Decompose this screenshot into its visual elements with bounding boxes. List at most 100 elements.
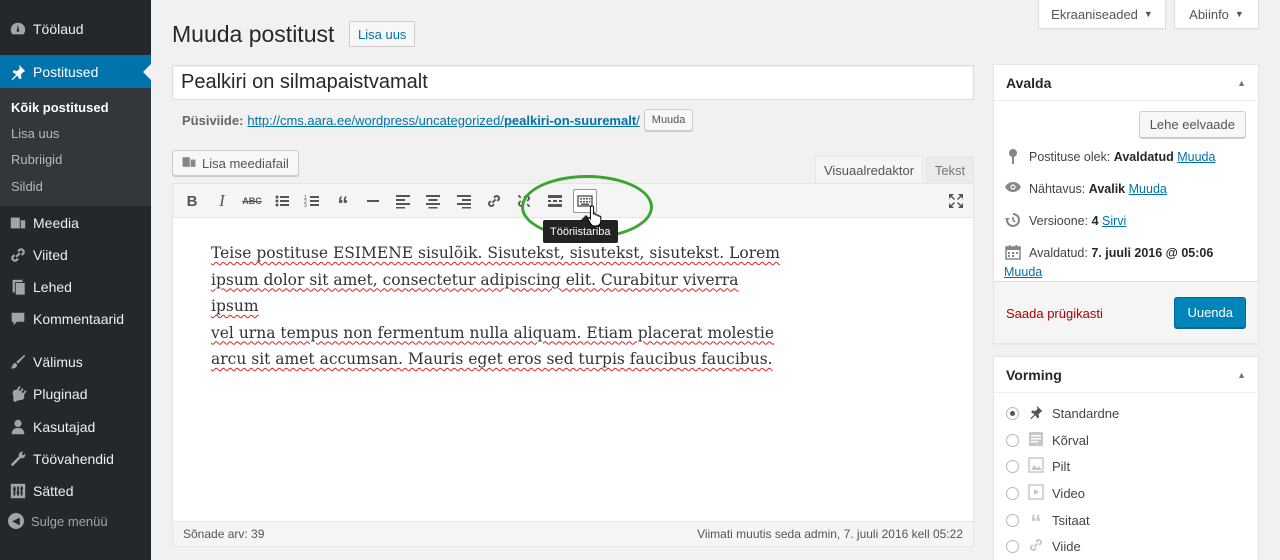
admin-sidebar: Töölaud Postitused Kõik postitused Lisa …	[0, 0, 151, 560]
update-button[interactable]: Uuenda	[1174, 297, 1246, 328]
link-icon	[8, 245, 28, 265]
menu-item-appearance[interactable]: Välimus	[0, 345, 151, 379]
tab-visual[interactable]: Visuaalredaktor	[815, 156, 923, 183]
horizontal-line-icon[interactable]	[361, 189, 385, 213]
submenu-all-posts[interactable]: Kõik postitused	[11, 100, 109, 115]
image-icon	[1027, 457, 1045, 476]
status-label: Postituse olek:	[1029, 150, 1111, 164]
menu-item-comments[interactable]: Kommentaarid	[0, 302, 151, 336]
permalink-link[interactable]: http://cms.aara.ee/wordpress/uncategoriz…	[247, 113, 639, 128]
help-tab[interactable]: Abiinfo ▼	[1174, 0, 1259, 29]
editor-content[interactable]: Teise postituse ESIMENE sisulõik. Sisute…	[211, 240, 781, 373]
format-label: Viide	[1052, 539, 1081, 554]
format-option-quote[interactable]: “ Tsitaat	[1006, 510, 1090, 534]
revisions-row: Versioone: 4 Sirvi	[1004, 212, 1126, 234]
radio-button[interactable]	[1006, 487, 1019, 500]
link-icon[interactable]	[482, 189, 506, 213]
align-left-icon[interactable]	[391, 189, 415, 213]
permalink-row: Püsiviide: http://cms.aara.ee/wordpress/…	[182, 109, 694, 131]
italic-icon[interactable]: I	[210, 189, 234, 213]
calendar-icon	[1004, 244, 1022, 266]
menu-label: Kommentaarid	[33, 311, 125, 327]
toolbar-tooltip: Tööriistariba	[543, 215, 618, 243]
menu-item-media[interactable]: Meedia	[0, 206, 151, 240]
collapse-menu-button[interactable]: ◀ Sulge menüü	[8, 513, 108, 529]
content-line: vel urna tempus non fermentum nulla aliq…	[211, 323, 774, 342]
hand-cursor-icon	[587, 205, 602, 227]
publish-box: Avalda ▲ Lehe eelvaade Postituse olek: Av…	[993, 64, 1259, 344]
comment-icon	[8, 309, 28, 329]
pin-icon	[1027, 404, 1045, 423]
permalink-base: http://cms.aara.ee/wordpress/uncategoriz…	[247, 112, 504, 128]
menu-item-tools[interactable]: Töövahendid	[0, 442, 151, 476]
edit-slug-button[interactable]: Muuda	[643, 109, 694, 131]
format-label: Tsitaat	[1052, 512, 1090, 528]
edit-status-link[interactable]: Muuda	[1177, 150, 1215, 164]
menu-item-dashboard[interactable]: Töölaud	[0, 12, 151, 46]
radio-button[interactable]	[1006, 434, 1019, 447]
svg-text:3: 3	[304, 203, 307, 209]
radio-button[interactable]	[1006, 540, 1019, 553]
edit-date-link[interactable]: Muuda	[1004, 265, 1042, 279]
format-option-link[interactable]: Viide	[1006, 537, 1081, 556]
visibility-label: Nähtavus:	[1029, 182, 1086, 196]
publish-header[interactable]: Avalda ▲	[994, 65, 1258, 101]
menu-item-posts[interactable]: Postitused	[0, 55, 151, 89]
bullet-list-icon[interactable]	[270, 189, 294, 213]
radio-button[interactable]	[1006, 513, 1019, 527]
page-title: Muuda postitust	[172, 21, 335, 47]
wrench-icon	[8, 449, 28, 469]
radio-button[interactable]	[1006, 407, 1019, 420]
menu-item-settings[interactable]: Sätted	[0, 474, 151, 508]
radio-button[interactable]	[1006, 460, 1019, 473]
screen-options-tab[interactable]: Ekraaniseaded ▼	[1038, 0, 1166, 29]
fullscreen-icon[interactable]	[944, 189, 968, 213]
link-icon	[1027, 537, 1045, 556]
page-icon	[8, 277, 28, 297]
format-option-standard[interactable]: Standardne	[1006, 404, 1119, 423]
submenu-tags[interactable]: Sildid	[11, 179, 43, 194]
quote-icon[interactable]: “	[331, 189, 355, 217]
editor-status-bar: Sõnade arv: 39 Viimati muutis seda admin…	[173, 521, 973, 546]
move-to-trash-link[interactable]: Saada prügikasti	[1006, 306, 1103, 321]
align-right-icon[interactable]	[452, 189, 476, 213]
menu-item-plugins[interactable]: Pluginad	[0, 377, 151, 411]
menu-item-users[interactable]: Kasutajad	[0, 410, 151, 444]
menu-item-links[interactable]: Viited	[0, 238, 151, 272]
add-new-button[interactable]: Lisa uus	[349, 21, 416, 47]
menu-item-pages[interactable]: Lehed	[0, 270, 151, 304]
publish-actions: Saada prügikasti Uuenda	[994, 281, 1258, 343]
submenu-add-new[interactable]: Lisa uus	[11, 126, 59, 141]
preview-button[interactable]: Lehe eelvaade	[1138, 111, 1246, 138]
bold-icon[interactable]: B	[180, 189, 204, 213]
caret-down-icon: ▼	[1234, 9, 1244, 19]
word-count: Sõnade arv: 39	[183, 527, 265, 541]
browse-revisions-link[interactable]: Sirvi	[1102, 214, 1126, 228]
format-option-aside[interactable]: Kõrval	[1006, 431, 1089, 450]
format-header[interactable]: Vorming ▲	[994, 357, 1258, 393]
format-box: Vorming ▲ Standardne Kõrval Pilt Video “ …	[993, 356, 1259, 560]
format-option-image[interactable]: Pilt	[1006, 457, 1070, 476]
submenu-categories[interactable]: Rubriigid	[11, 152, 62, 167]
format-label: Pilt	[1052, 459, 1071, 474]
content-line: ipsum dolor sit amet, consectetur adipis…	[211, 270, 739, 316]
align-center-icon[interactable]	[421, 189, 445, 213]
menu-label: Välimus	[33, 354, 83, 370]
menu-label: Pluginad	[33, 386, 88, 402]
pin-icon	[8, 62, 28, 82]
published-label: Avaldatud:	[1029, 246, 1088, 260]
format-label: Kõrval	[1052, 433, 1089, 448]
menu-label: Viited	[33, 247, 68, 263]
dashboard-icon	[8, 19, 28, 39]
revisions-count: 4	[1091, 214, 1099, 228]
numbered-list-icon[interactable]: 123	[300, 189, 324, 213]
post-title-input[interactable]	[172, 65, 974, 100]
revisions-label: Versioone:	[1029, 214, 1089, 228]
add-media-button[interactable]: Lisa meediafail	[172, 150, 299, 176]
collapse-up-icon[interactable]: ▲	[1237, 370, 1246, 380]
collapse-up-icon[interactable]: ▲	[1237, 78, 1246, 88]
strikethrough-icon[interactable]: ABC	[240, 189, 264, 213]
format-option-video[interactable]: Video	[1006, 484, 1085, 503]
tab-text[interactable]: Tekst	[926, 156, 974, 183]
edit-visibility-link[interactable]: Muuda	[1129, 182, 1167, 196]
